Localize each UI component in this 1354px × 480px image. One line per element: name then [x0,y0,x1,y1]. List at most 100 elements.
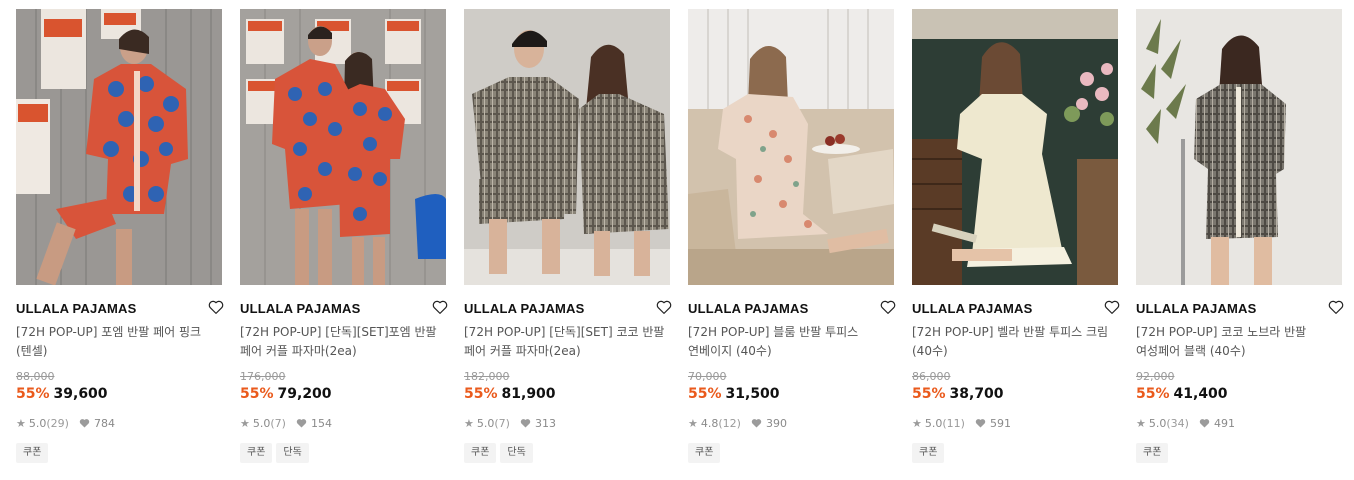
likes: 784 [79,417,115,430]
price-row: 55% 31,500 [688,385,894,403]
sale-price: 31,500 [725,386,780,402]
product-image[interactable] [912,9,1118,285]
product-card[interactable]: ULLALA PAJAMAS [72H POP-UP] 블룸 반팔 투피스 연베… [688,9,896,463]
likes-count: 154 [310,416,332,430]
product-image[interactable] [688,9,894,285]
product-image[interactable] [240,9,446,285]
rating-value: 5.0 [476,416,495,430]
coupon-tag: 쿠폰 [464,443,497,463]
rating-value: 5.0 [1148,416,1167,430]
sale-price: 81,900 [501,386,556,402]
coupon-tag: 쿠폰 [16,443,49,463]
original-price: 182,000 [464,370,510,383]
star-icon: ★ [912,416,922,430]
heart-filled-icon [520,419,531,428]
tag-list: 쿠폰 [1136,443,1342,463]
discount-rate: 55% [240,386,274,402]
product-image[interactable] [16,9,222,285]
wishlist-heart-icon[interactable] [1102,297,1122,317]
likes: 591 [975,417,1011,430]
review-meta: ★ 5.0 (7) 313 [464,416,670,430]
exclusive-tag: 단독 [276,443,309,463]
price-row: 55% 41,400 [1136,385,1342,403]
review-count: (29) [46,416,69,430]
discount-rate: 55% [16,386,50,402]
sale-price: 41,400 [1173,386,1228,402]
brand-name[interactable]: ULLALA PAJAMAS [1136,301,1257,316]
product-grid: ULLALA PAJAMAS [72H POP-UP] 포엠 반팔 페어 핑크 … [16,9,1344,463]
wishlist-heart-icon[interactable] [206,297,226,317]
heart-filled-icon [79,419,90,428]
heart-filled-icon [1199,419,1210,428]
brand-name[interactable]: ULLALA PAJAMAS [240,301,361,316]
review-count: (34) [1166,416,1189,430]
product-name[interactable]: [72H POP-UP] 코코 노브라 반팔 여성페어 블랙 (40수) [1136,323,1342,361]
coupon-tag: 쿠폰 [688,443,721,463]
wishlist-heart-icon[interactable] [654,297,674,317]
discount-rate: 55% [1136,386,1170,402]
tag-list: 쿠폰 [912,443,1118,463]
review-meta: ★ 5.0 (11) 591 [912,416,1118,430]
wishlist-heart-icon[interactable] [878,297,898,317]
brand-name[interactable]: ULLALA PAJAMAS [912,301,1033,316]
rating-value: 5.0 [252,416,271,430]
star-icon: ★ [464,416,474,430]
coupon-tag: 쿠폰 [1136,443,1169,463]
original-price: 176,000 [240,370,286,383]
original-price: 70,000 [688,370,727,383]
wishlist-heart-icon[interactable] [430,297,450,317]
likes: 491 [1199,417,1235,430]
product-name[interactable]: [72H POP-UP] 블룸 반팔 투피스 연베이지 (40수) [688,323,894,361]
likes-count: 313 [534,416,556,430]
discount-rate: 55% [688,386,722,402]
original-price: 88,000 [16,370,55,383]
original-price: 86,000 [912,370,951,383]
product-image[interactable] [464,9,670,285]
original-price: 92,000 [1136,370,1175,383]
product-card[interactable]: ULLALA PAJAMAS [72H POP-UP] 코코 노브라 반팔 여성… [1136,9,1344,463]
discount-rate: 55% [912,386,946,402]
heart-filled-icon [975,419,986,428]
star-icon: ★ [688,416,698,430]
review-count: (7) [494,416,510,430]
tag-list: 쿠폰 [16,443,222,463]
likes: 154 [296,417,332,430]
product-card[interactable]: ULLALA PAJAMAS [72H POP-UP] [단독][SET]포엠 … [240,9,448,463]
heart-filled-icon [296,419,307,428]
product-name[interactable]: [72H POP-UP] [단독][SET] 코코 반팔 페어 커플 파자마(2… [464,323,670,361]
brand-name[interactable]: ULLALA PAJAMAS [688,301,809,316]
tag-list: 쿠폰 [688,443,894,463]
sale-price: 79,200 [277,386,332,402]
rating-value: 5.0 [28,416,47,430]
product-name[interactable]: [72H POP-UP] [단독][SET]포엠 반팔 페어 커플 파자마(2e… [240,323,446,361]
likes: 390 [751,417,787,430]
price-row: 55% 79,200 [240,385,446,403]
price-row: 55% 38,700 [912,385,1118,403]
review-meta: ★ 5.0 (34) 491 [1136,416,1342,430]
sale-price: 38,700 [949,386,1004,402]
brand-name[interactable]: ULLALA PAJAMAS [464,301,585,316]
review-meta: ★ 5.0 (29) 784 [16,416,222,430]
review-meta: ★ 4.8 (12) 390 [688,416,894,430]
coupon-tag: 쿠폰 [912,443,945,463]
product-name[interactable]: [72H POP-UP] 포엠 반팔 페어 핑크 (텐셀) [16,323,222,361]
price-row: 55% 39,600 [16,385,222,403]
product-name[interactable]: [72H POP-UP] 벨라 반팔 투피스 크림 (40수) [912,323,1118,361]
product-card[interactable]: ULLALA PAJAMAS [72H POP-UP] [단독][SET] 코코… [464,9,672,463]
star-icon: ★ [1136,416,1146,430]
coupon-tag: 쿠폰 [240,443,273,463]
review-meta: ★ 5.0 (7) 154 [240,416,446,430]
tag-list: 쿠폰 단독 [464,443,670,463]
exclusive-tag: 단독 [500,443,533,463]
review-count: (7) [270,416,286,430]
heart-filled-icon [751,419,762,428]
product-card[interactable]: ULLALA PAJAMAS [72H POP-UP] 벨라 반팔 투피스 크림… [912,9,1120,463]
star-icon: ★ [240,416,250,430]
tag-list: 쿠폰 단독 [240,443,446,463]
product-image[interactable] [1136,9,1342,285]
discount-rate: 55% [464,386,498,402]
price-row: 55% 81,900 [464,385,670,403]
wishlist-heart-icon[interactable] [1326,297,1346,317]
brand-name[interactable]: ULLALA PAJAMAS [16,301,137,316]
product-card[interactable]: ULLALA PAJAMAS [72H POP-UP] 포엠 반팔 페어 핑크 … [16,9,224,463]
